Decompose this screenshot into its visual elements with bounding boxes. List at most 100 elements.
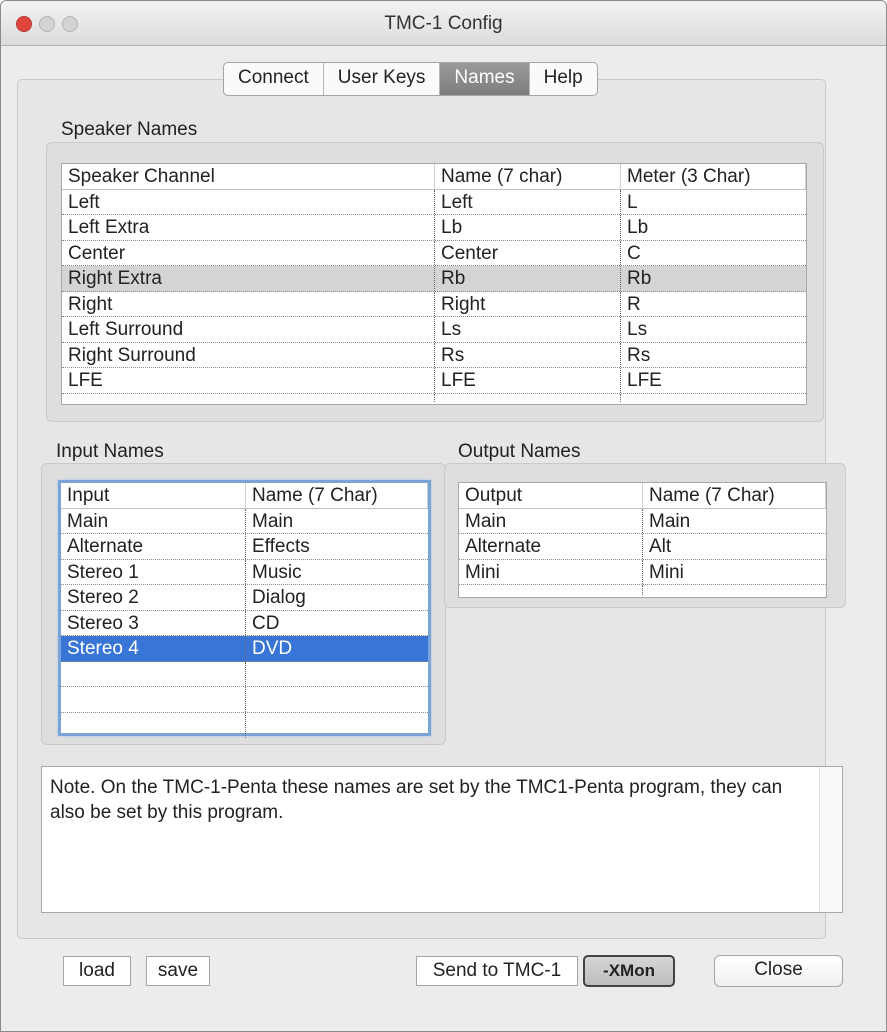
speaker-channel-cell: LFE	[62, 368, 435, 393]
title-bar: TMC-1 Config	[1, 1, 886, 46]
tab-names[interactable]: Names	[440, 63, 530, 95]
input-name-cell[interactable]: DVD	[246, 636, 428, 661]
xmon-button[interactable]: -XMon	[583, 955, 675, 987]
table-row[interactable]: Alternate Effects	[61, 534, 428, 560]
input-cell: Alternate	[61, 534, 246, 559]
speaker-meter-cell[interactable]: R	[621, 292, 806, 317]
table-row[interactable]: Main Main	[61, 508, 428, 534]
table-row[interactable]: Left Left L	[62, 189, 806, 215]
speaker-channel-cell: Left Surround	[62, 317, 435, 342]
input-cell: Stereo 4	[61, 636, 246, 661]
note-textarea[interactable]: Note. On the TMC-1-Penta these names are…	[41, 766, 843, 913]
empty-row	[61, 712, 428, 739]
table-row[interactable]: Mini Mini	[459, 559, 826, 585]
table-header-row: Speaker Channel Name (7 char) Meter (3 C…	[62, 164, 806, 190]
speaker-name-cell[interactable]: Ls	[435, 317, 621, 342]
empty-cell	[61, 661, 246, 686]
input-name-cell[interactable]: Dialog	[246, 585, 428, 610]
table-row[interactable]: Stereo 3 CD	[61, 610, 428, 636]
speaker-meter-cell[interactable]: Lb	[621, 215, 806, 240]
speaker-channel-cell: Left Extra	[62, 215, 435, 240]
table-row[interactable]: Left Extra Lb Lb	[62, 215, 806, 241]
close-button[interactable]: Close	[714, 955, 843, 987]
output-cell: Main	[459, 508, 643, 533]
note-text: Note. On the TMC-1-Penta these names are…	[50, 777, 783, 823]
empty-cell	[61, 712, 246, 738]
speaker-meter-cell[interactable]: Rb	[621, 266, 806, 291]
table-row[interactable]: Left Surround Ls Ls	[62, 317, 806, 343]
config-window: TMC-1 Config Connect User Keys Names Hel…	[0, 0, 887, 1032]
speaker-meter-cell[interactable]: Rs	[621, 343, 806, 368]
input-names-label: Input Names	[56, 441, 164, 462]
table-row[interactable]: Alternate Alt	[459, 534, 826, 560]
input-cell: Main	[61, 508, 246, 533]
table-row[interactable]: Center Center C	[62, 240, 806, 266]
column-header-output[interactable]: Output	[459, 483, 643, 508]
empty-cell	[62, 393, 435, 402]
table-row[interactable]: Stereo 1 Music	[61, 559, 428, 585]
speaker-name-cell[interactable]: Lb	[435, 215, 621, 240]
input-name-cell[interactable]: Music	[246, 560, 428, 585]
speaker-name-cell[interactable]: Center	[435, 240, 621, 265]
output-name-cell[interactable]: Main	[643, 509, 826, 534]
load-button[interactable]: load	[63, 956, 131, 986]
empty-cell	[643, 585, 826, 595]
speaker-channel-cell: Right	[62, 291, 435, 316]
output-name-cell[interactable]: Mini	[643, 560, 826, 585]
tab-user-keys[interactable]: User Keys	[324, 63, 441, 95]
note-scrollbar[interactable]	[819, 767, 842, 912]
column-header-meter[interactable]: Meter (3 Char)	[621, 164, 806, 189]
column-header-name[interactable]: Name (7 Char)	[246, 483, 428, 508]
save-button[interactable]: save	[146, 956, 210, 986]
input-name-cell[interactable]: Main	[246, 509, 428, 534]
speaker-name-cell[interactable]: Rb	[435, 266, 621, 291]
empty-cell	[435, 393, 621, 402]
speaker-name-cell[interactable]: LFE	[435, 368, 621, 393]
table-row-highlighted[interactable]: Right Extra Rb Rb	[62, 266, 806, 292]
tab-bar: Connect User Keys Names Help	[223, 62, 598, 96]
table-row[interactable]: Right Surround Rs Rs	[62, 342, 806, 368]
column-header-name[interactable]: Name (7 Char)	[643, 483, 826, 508]
speaker-meter-cell[interactable]: Ls	[621, 317, 806, 342]
speaker-meter-cell[interactable]: LFE	[621, 368, 806, 393]
output-cell: Alternate	[459, 534, 643, 559]
table-row[interactable]: LFE LFE LFE	[62, 368, 806, 394]
speaker-names-table[interactable]: Speaker Channel Name (7 char) Meter (3 C…	[61, 163, 807, 405]
input-names-table[interactable]: Input Name (7 Char) Main Main Alternate …	[58, 480, 431, 739]
tab-connect[interactable]: Connect	[224, 63, 324, 95]
input-cell: Stereo 1	[61, 559, 246, 584]
input-name-cell[interactable]: Effects	[246, 534, 428, 559]
speaker-name-cell[interactable]: Rs	[435, 342, 621, 367]
speaker-name-cell[interactable]: Right	[435, 291, 621, 316]
send-to-tmc-button[interactable]: Send to TMC-1	[416, 956, 578, 986]
empty-cell	[246, 713, 428, 739]
empty-row	[61, 661, 428, 687]
table-header-row: Output Name (7 Char)	[459, 483, 826, 509]
column-header-input[interactable]: Input	[61, 483, 246, 508]
table-row[interactable]: Stereo 2 Dialog	[61, 585, 428, 611]
column-header-speaker-channel[interactable]: Speaker Channel	[62, 164, 435, 189]
table-row[interactable]: Main Main	[459, 508, 826, 534]
empty-cell	[621, 394, 806, 402]
speaker-channel-cell: Center	[62, 240, 435, 265]
speaker-meter-cell[interactable]: L	[621, 190, 806, 215]
speaker-name-cell[interactable]: Left	[435, 189, 621, 214]
empty-cell	[246, 662, 428, 687]
column-header-name[interactable]: Name (7 char)	[435, 164, 621, 189]
empty-row	[459, 585, 826, 595]
empty-row	[61, 687, 428, 713]
speaker-meter-cell[interactable]: C	[621, 241, 806, 266]
tab-help[interactable]: Help	[530, 63, 597, 95]
output-cell: Mini	[459, 559, 643, 584]
empty-row	[62, 393, 806, 402]
table-header-row: Input Name (7 Char)	[61, 483, 428, 509]
table-row[interactable]: Right Right R	[62, 291, 806, 317]
empty-cell	[246, 687, 428, 712]
output-name-cell[interactable]: Alt	[643, 534, 826, 559]
empty-cell	[61, 687, 246, 712]
window-title: TMC-1 Config	[384, 13, 503, 34]
table-row-selected[interactable]: Stereo 4 DVD	[61, 636, 428, 662]
output-names-table[interactable]: Output Name (7 Char) Main Main Alternate…	[458, 482, 827, 598]
input-name-cell[interactable]: CD	[246, 611, 428, 636]
speaker-channel-cell: Left	[62, 189, 435, 214]
